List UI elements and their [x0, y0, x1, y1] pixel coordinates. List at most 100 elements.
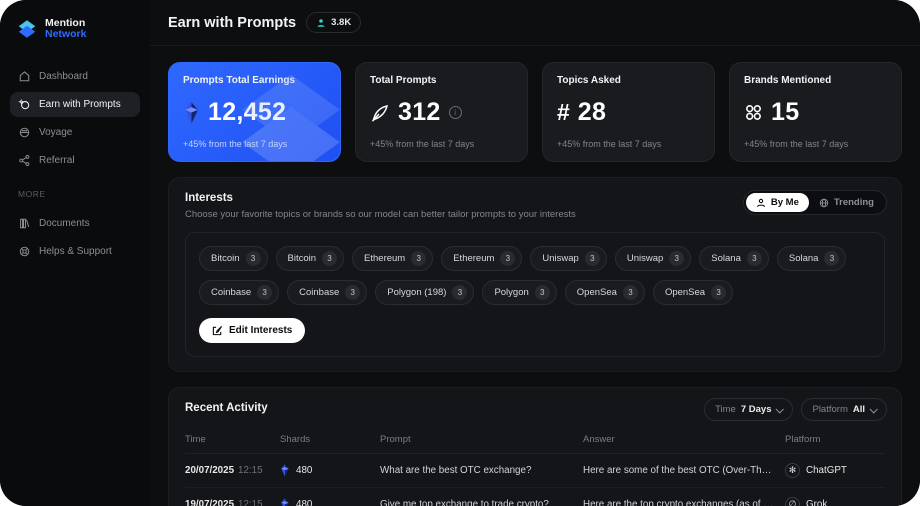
edit-interests-label: Edit Interests [229, 325, 292, 336]
stat-card-brands-mentioned[interactable]: Brands Mentioned 15 +45% from the last 7… [729, 62, 902, 162]
stats-row: Prompts Total Earnings 12,452 +45% from … [168, 62, 902, 162]
interest-chip[interactable]: Coinbase 3 [287, 280, 367, 305]
table-row[interactable]: 20/07/202512:15 480 What are th [185, 454, 885, 488]
sidebar-item-dashboard[interactable]: Dashboard [10, 64, 140, 89]
interests-chips: Bitcoin 3 Bitcoin 3 Ethereum 3 [199, 246, 871, 305]
mention-network-logo-icon [16, 18, 38, 40]
interest-chip-count: 3 [535, 285, 550, 300]
documents-icon [18, 217, 31, 230]
brand-line2: Network [45, 29, 86, 40]
table-row[interactable]: 19/07/202512:15 480 Give me top [185, 488, 885, 506]
platform-icon: ✻ [785, 463, 800, 478]
stat-card-total-prompts[interactable]: Total Prompts 312 i +45% from the last 7… [355, 62, 528, 162]
recent-activity-panel: Recent Activity Time 7 Days Platform All [168, 387, 902, 506]
stat-card-prompts-total-earnings[interactable]: Prompts Total Earnings 12,452 +45% from … [168, 62, 341, 162]
hash-icon: # [557, 99, 570, 126]
stat-card-topics-asked[interactable]: Topics Asked # 28 +45% from the last 7 d… [542, 62, 715, 162]
interest-chip-count: 3 [669, 251, 684, 266]
interest-chip-count: 3 [623, 285, 638, 300]
interest-chip[interactable]: Bitcoin 3 [199, 246, 268, 271]
stat-value: 312 [398, 98, 441, 127]
platform-icon: ∅ [785, 497, 800, 506]
interest-chip-count: 3 [452, 285, 467, 300]
col-time: Time [185, 434, 280, 445]
content: Prompts Total Earnings 12,452 +45% from … [150, 46, 920, 506]
sidebar-nav-more: Documents Helps & Support [10, 211, 140, 264]
home-icon [18, 70, 31, 83]
info-icon[interactable]: i [449, 106, 462, 119]
sidebar-item-helps-support[interactable]: Helps & Support [10, 239, 140, 264]
interests-view-toggle: By Me Trending [743, 190, 887, 215]
interest-chip[interactable]: OpenSea 3 [653, 280, 733, 305]
interest-chip[interactable]: Uniswap 3 [615, 246, 691, 271]
row-time: 20/07/202512:15 [185, 465, 280, 476]
platform-filter-value: All [853, 404, 865, 415]
interest-chip-count: 3 [345, 285, 360, 300]
user-badge-icon [316, 18, 326, 28]
row-shards: 480 [280, 464, 380, 477]
interest-chip[interactable]: Coinbase 3 [199, 280, 279, 305]
activity-table: Time Shards Prompt Answer Platform 20/07… [185, 428, 885, 506]
sidebar-item-referral[interactable]: Referral [10, 148, 140, 173]
row-shards-value: 480 [296, 465, 312, 476]
interest-chip[interactable]: Ethereum 3 [441, 246, 522, 271]
toggle-by-me-label: By Me [771, 197, 799, 208]
row-platform: ∅ Grok [785, 497, 885, 506]
col-shards: Shards [280, 434, 380, 445]
mention-watermark-icon [226, 62, 341, 162]
interest-chip-count: 3 [711, 285, 726, 300]
voyage-icon [18, 126, 31, 139]
page-header: Earn with Prompts 3.8K [150, 0, 920, 46]
time-filter-label: Time [715, 404, 736, 415]
sidebar-item-documents[interactable]: Documents [10, 211, 140, 236]
toggle-by-me[interactable]: By Me [746, 193, 809, 212]
shards-balance-badge[interactable]: 3.8K [306, 12, 361, 33]
interest-chip[interactable]: Polygon 3 [482, 280, 556, 305]
col-platform: Platform [785, 434, 885, 445]
interest-chip[interactable]: OpenSea 3 [565, 280, 645, 305]
edit-interests-button[interactable]: Edit Interests [199, 318, 305, 343]
interest-chip-label: OpenSea [665, 287, 705, 298]
toggle-trending[interactable]: Trending [809, 193, 884, 212]
interests-panel: Interests Choose your favorite topics or… [168, 177, 902, 372]
time-filter-dropdown[interactable]: Time 7 Days [704, 398, 793, 421]
interest-chip-count: 3 [322, 251, 337, 266]
interest-chip-count: 3 [500, 251, 515, 266]
row-platform: ✻ ChatGPT [785, 463, 885, 478]
stat-delta: +45% from the last 7 days [370, 139, 513, 149]
sidebar-item-earn-with-prompts[interactable]: Earn with Prompts [10, 92, 140, 117]
interest-chip[interactable]: Bitcoin 3 [276, 246, 345, 271]
activity-table-header: Time Shards Prompt Answer Platform [185, 428, 885, 454]
activity-filters: Time 7 Days Platform All [704, 398, 887, 421]
sidebar-nav: Dashboard Earn with Prompts Voyage [10, 64, 140, 173]
chevron-down-icon [776, 405, 784, 413]
coins-icon [18, 98, 31, 111]
stat-label: Total Prompts [370, 75, 513, 86]
interest-chip-label: Ethereum [453, 253, 494, 264]
activity-table-body: 20/07/202512:15 480 What are th [185, 454, 885, 506]
row-platform-label: ChatGPT [806, 465, 847, 476]
edit-icon [212, 325, 223, 336]
brand-name: Mention Network [45, 18, 86, 40]
interest-chip-count: 3 [411, 251, 426, 266]
sidebar-item-label: Dashboard [39, 71, 88, 82]
interest-chip[interactable]: Ethereum 3 [352, 246, 433, 271]
interest-chip[interactable]: Solana 3 [777, 246, 847, 271]
referral-icon [18, 154, 31, 167]
interest-chip[interactable]: Solana 3 [699, 246, 769, 271]
brand-logo[interactable]: Mention Network [10, 16, 140, 58]
row-platform-label: Grok [806, 499, 827, 506]
interest-chip[interactable]: Polygon (198) 3 [375, 280, 474, 305]
interest-chip[interactable]: Uniswap 3 [530, 246, 606, 271]
sidebar-item-voyage[interactable]: Voyage [10, 120, 140, 145]
page-title: Earn with Prompts [168, 15, 296, 31]
platform-filter-dropdown[interactable]: Platform All [801, 398, 887, 421]
col-prompt: Prompt [380, 434, 583, 445]
sidebar-item-label: Documents [39, 218, 90, 229]
gem-icon [280, 464, 290, 477]
interest-chip-count: 3 [824, 251, 839, 266]
stat-label: Topics Asked [557, 75, 700, 86]
row-prompt: Give me top exchange to trade crypto? [380, 499, 583, 506]
gem-icon [183, 102, 200, 124]
interest-chip-label: Uniswap [542, 253, 578, 264]
